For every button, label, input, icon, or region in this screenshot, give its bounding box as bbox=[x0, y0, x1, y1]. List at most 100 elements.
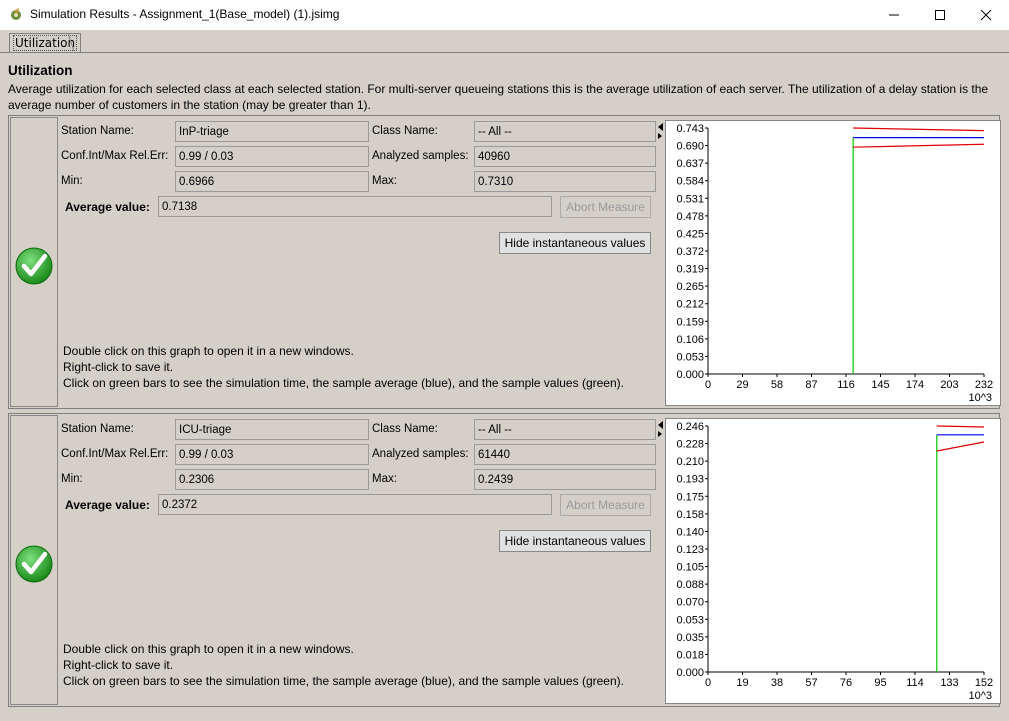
y-tick-label: 0.123 bbox=[676, 544, 704, 556]
y-tick-label: 0.372 bbox=[676, 246, 704, 258]
tab-strip: Utilization bbox=[0, 30, 1009, 53]
x-tick-label: 95 bbox=[874, 677, 886, 689]
y-tick-label: 0.193 bbox=[676, 474, 704, 486]
y-tick-label: 0.158 bbox=[676, 509, 704, 521]
title-bar: Simulation Results - Assignment_1(Base_m… bbox=[0, 0, 1009, 30]
lower-series-line bbox=[936, 441, 985, 452]
hint-green-bars: Click on green bars to see the simulatio… bbox=[63, 674, 624, 688]
analyzed-samples-field: 40960 bbox=[474, 146, 656, 167]
class-name-label: Class Name: bbox=[372, 125, 438, 137]
abort-measure-button[interactable]: Abort Measure bbox=[560, 494, 651, 516]
min-label: Min: bbox=[61, 175, 83, 187]
conf-int-field: 0.99 / 0.03 bbox=[175, 444, 369, 465]
class-name-field: -- All -- bbox=[474, 419, 656, 440]
hint-right-click: Right-click to save it. bbox=[63, 360, 174, 374]
status-column bbox=[10, 117, 58, 407]
average-value-label: Average value: bbox=[65, 200, 150, 214]
y-tick-label: 0.265 bbox=[676, 281, 704, 293]
utilization-chart-1[interactable]: 0.743 0.690 0.637 0.584 0.531 0.478 0.425 0.372… bbox=[665, 120, 1001, 406]
y-tick-label: 0.246 bbox=[676, 421, 704, 433]
measure-panel-1: Station Name: InP-triage Class Name: -- … bbox=[8, 115, 1001, 409]
max-field: 0.7310 bbox=[474, 171, 656, 192]
max-label: Max: bbox=[372, 473, 397, 485]
y-tick-label: 0.690 bbox=[676, 141, 704, 153]
hide-instantaneous-button[interactable]: Hide instantaneous values bbox=[499, 232, 651, 254]
station-name-field: InP-triage bbox=[175, 121, 369, 142]
window-title: Simulation Results - Assignment_1(Base_m… bbox=[30, 7, 340, 21]
y-tick-label: 0.105 bbox=[676, 562, 704, 574]
conf-int-label: Conf.Int/Max Rel.Err: bbox=[61, 150, 169, 162]
maximize-icon bbox=[935, 10, 945, 20]
minimize-icon bbox=[889, 14, 899, 16]
x-axis-unit: 10^3 bbox=[968, 392, 992, 403]
close-button[interactable] bbox=[963, 0, 1009, 30]
y-tick-label: 0.212 bbox=[676, 299, 704, 311]
checkmark-icon bbox=[15, 247, 53, 285]
x-tick-label: 145 bbox=[871, 379, 889, 391]
average-value-label: Average value: bbox=[65, 498, 150, 512]
jmt-app-icon bbox=[11, 8, 21, 20]
collapse-arrow-icon[interactable] bbox=[657, 121, 663, 141]
upper-series-line bbox=[936, 425, 985, 428]
x-tick-label: 58 bbox=[771, 379, 783, 391]
class-name-label: Class Name: bbox=[372, 423, 438, 435]
hint-double-click: Double click on this graph to open it in… bbox=[63, 344, 354, 358]
max-label: Max: bbox=[372, 175, 397, 187]
x-tick-label: 116 bbox=[837, 379, 855, 391]
y-tick-label: 0.070 bbox=[676, 597, 704, 609]
analyzed-samples-label: Analyzed samples: bbox=[372, 448, 469, 460]
maximize-button[interactable] bbox=[917, 0, 963, 30]
utilization-chart-2[interactable]: 0.246 0.228 0.210 0.193 0.175 0.158 0.140 0.123… bbox=[665, 418, 1001, 704]
x-tick-label: 152 bbox=[975, 677, 993, 689]
page-description: Average utilization for each selected cl… bbox=[8, 82, 989, 112]
hint-right-click: Right-click to save it. bbox=[63, 658, 174, 672]
analyzed-samples-label: Analyzed samples: bbox=[372, 150, 469, 162]
y-tick-label: 0.228 bbox=[676, 439, 704, 451]
y-tick-label: 0.159 bbox=[676, 316, 704, 328]
station-name-field: ICU-triage bbox=[175, 419, 369, 440]
class-name-field: -- All -- bbox=[474, 121, 656, 142]
y-tick-label: 0.319 bbox=[676, 264, 704, 276]
hide-instantaneous-button[interactable]: Hide instantaneous values bbox=[499, 530, 651, 552]
y-tick-label: 0.637 bbox=[676, 158, 704, 170]
x-tick-label: 174 bbox=[906, 379, 924, 391]
min-label: Min: bbox=[61, 473, 83, 485]
y-tick-label: 0.210 bbox=[676, 456, 704, 468]
x-tick-label: 114 bbox=[906, 677, 924, 689]
conf-int-field: 0.99 / 0.03 bbox=[175, 146, 369, 167]
station-name-label: Station Name: bbox=[61, 125, 134, 137]
x-tick-label: 19 bbox=[736, 677, 748, 689]
y-tick-label: 0.088 bbox=[676, 579, 704, 591]
close-icon bbox=[980, 9, 992, 21]
tab-corner bbox=[68, 33, 75, 51]
x-tick-label: 203 bbox=[940, 379, 958, 391]
x-tick-label: 133 bbox=[940, 677, 958, 689]
x-tick-label: 232 bbox=[975, 379, 993, 391]
abort-measure-button[interactable]: Abort Measure bbox=[560, 196, 651, 218]
lower-series-line bbox=[853, 143, 985, 148]
x-tick-label: 29 bbox=[736, 379, 748, 391]
average-value-field: 0.2372 bbox=[158, 494, 552, 515]
y-tick-label: 0.053 bbox=[676, 614, 704, 626]
x-tick-label: 76 bbox=[840, 677, 852, 689]
upper-series-line bbox=[853, 127, 985, 132]
y-tick-label: 0.584 bbox=[676, 176, 704, 188]
y-tick-label: 0.531 bbox=[676, 193, 704, 205]
y-tick-label: 0.106 bbox=[676, 334, 704, 346]
minimize-button[interactable] bbox=[871, 0, 917, 30]
average-value-field: 0.7138 bbox=[158, 196, 552, 217]
y-tick-label: 0.000 bbox=[676, 369, 704, 381]
hint-green-bars: Click on green bars to see the simulatio… bbox=[63, 376, 624, 390]
x-axis-unit: 10^3 bbox=[968, 690, 992, 701]
y-tick-label: 0.478 bbox=[676, 211, 704, 223]
measure-panel-2: Station Name: ICU-triage Class Name: -- … bbox=[8, 413, 1001, 707]
y-tick-label: 0.000 bbox=[676, 667, 704, 679]
x-tick-label: 0 bbox=[705, 677, 711, 689]
conf-int-label: Conf.Int/Max Rel.Err: bbox=[61, 448, 169, 460]
y-tick-label: 0.175 bbox=[676, 491, 704, 503]
max-field: 0.2439 bbox=[474, 469, 656, 490]
y-tick-label: 0.743 bbox=[676, 123, 704, 135]
min-field: 0.2306 bbox=[175, 469, 369, 490]
x-tick-label: 38 bbox=[771, 677, 783, 689]
collapse-arrow-icon[interactable] bbox=[657, 419, 663, 439]
